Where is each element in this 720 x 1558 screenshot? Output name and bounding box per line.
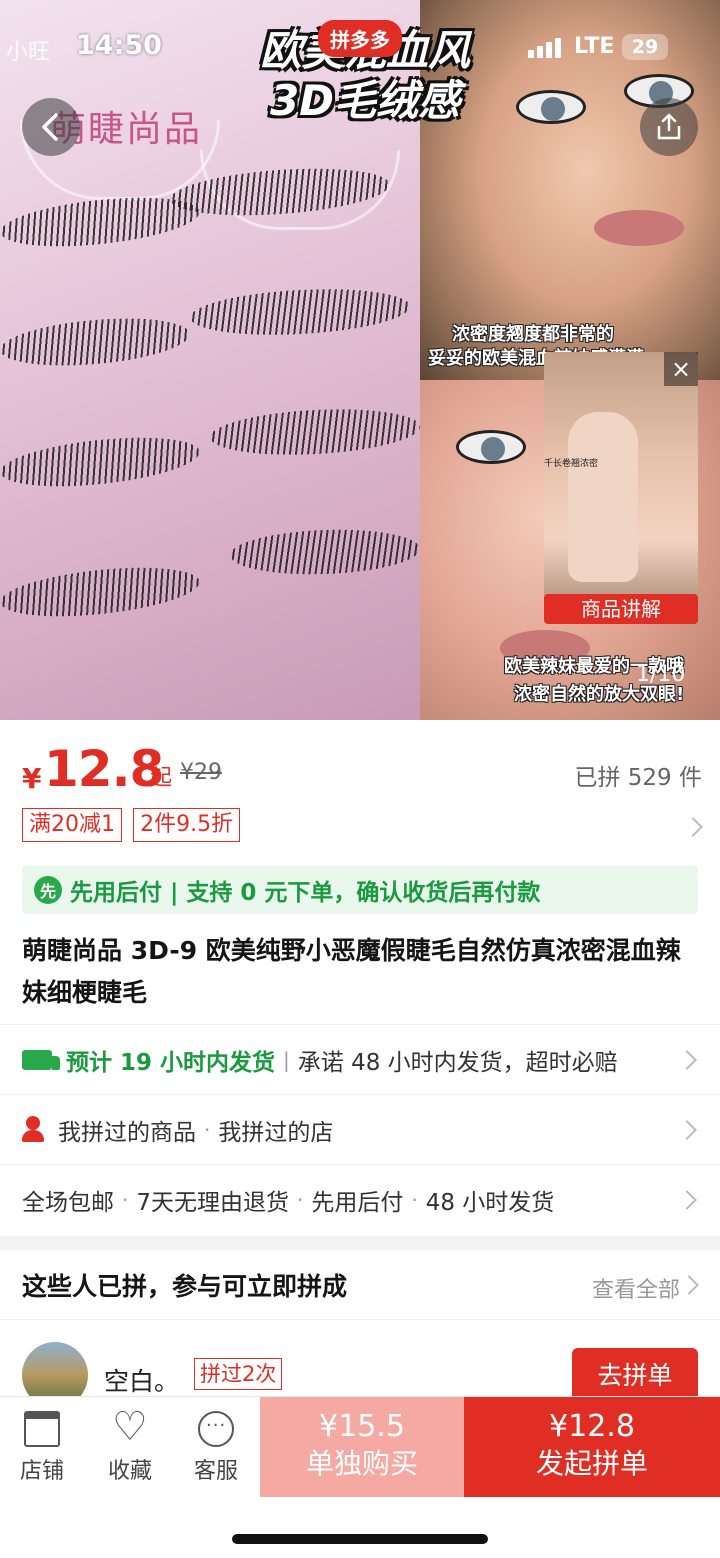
divider: · bbox=[297, 1187, 304, 1212]
bottom-action-bar: 店铺 收藏 客服 ¥15.5 单独购买 ¥12.8 发起拼单 bbox=[0, 1396, 720, 1497]
group-price: 12.8 bbox=[44, 740, 164, 798]
buy-alone-button[interactable]: ¥15.5 单独购买 bbox=[260, 1397, 464, 1497]
section-divider bbox=[0, 1236, 720, 1250]
price-currency: ¥ bbox=[22, 762, 42, 795]
shipping-row[interactable]: 预计 19 小时内发货 | 承诺 48 小时内发货，超时必赔 bbox=[0, 1024, 720, 1094]
video-frame bbox=[568, 412, 638, 582]
heart-icon bbox=[112, 1403, 148, 1451]
product-explain-video[interactable]: 千长卷翘浓密 bbox=[544, 352, 698, 622]
network-type: LTE bbox=[574, 34, 615, 59]
image-counter: 1/10 bbox=[636, 662, 686, 687]
chevron-left-icon bbox=[42, 113, 58, 141]
group-buy-price: ¥12.8 bbox=[549, 1409, 635, 1444]
tab-label: 收藏 bbox=[107, 1459, 152, 1484]
promo-tag: 2件9.5折 bbox=[133, 808, 241, 842]
service-item: 48 小时发货 bbox=[425, 1189, 555, 1216]
section-title: 这些人已拼，参与可立即拼成 bbox=[22, 1271, 348, 1301]
promotions-row[interactable]: 满20减1 2件9.5折 bbox=[22, 808, 703, 846]
buy-alone-label: 单独购买 bbox=[305, 1447, 418, 1480]
chevron-right-icon bbox=[677, 1120, 697, 1140]
store-tab[interactable]: 店铺 bbox=[2, 1411, 82, 1485]
user-icon bbox=[22, 1115, 50, 1144]
video-label[interactable]: 商品讲解 bbox=[544, 594, 698, 624]
divider: · bbox=[122, 1187, 129, 1212]
product-title: 萌睫尚品 3D-9 欧美纯野小恶魔假睫毛自然仿真浓密混血辣妹细梗睫毛 bbox=[22, 936, 681, 1007]
chat-icon bbox=[198, 1411, 234, 1447]
service-item: 全场包邮 bbox=[22, 1189, 114, 1216]
status-bar: 小旺 14:50 LTE 29 bbox=[0, 28, 720, 72]
shipping-eta: 预计 19 小时内发货 bbox=[66, 1049, 276, 1076]
sold-count: 已拼 529 件 bbox=[574, 765, 702, 791]
product-image-gallery[interactable]: 萌睫尚品 浓密度翘度都非常的 妥妥的欧美混血辣妹感满满 欧美辣妹最爱的一款哦 浓… bbox=[0, 0, 720, 720]
pay-later-banner[interactable]: 先 先用后付 | 支持 0 元下单，确认收货后再付款 bbox=[22, 866, 698, 914]
original-price: ¥29 bbox=[180, 760, 222, 785]
view-all-link[interactable]: 查看全部 bbox=[592, 1272, 680, 1304]
shipping-promise: 承诺 48 小时内发货，超时必赔 bbox=[297, 1049, 618, 1076]
chevron-right-icon bbox=[679, 1275, 699, 1295]
price-row: ¥ 12.8 起 ¥29 已拼 529 件 bbox=[22, 740, 702, 800]
price-suffix: 起 bbox=[150, 766, 173, 791]
status-time: 14:50 bbox=[76, 30, 162, 61]
divider: · bbox=[204, 1117, 211, 1142]
back-button[interactable] bbox=[22, 98, 80, 156]
tab-label: 店铺 bbox=[19, 1459, 64, 1484]
history-item: 我拼过的商品 bbox=[58, 1119, 196, 1146]
group-buy-label: 发起拼单 bbox=[535, 1447, 648, 1480]
divider: · bbox=[411, 1187, 418, 1212]
truck-icon bbox=[22, 1049, 60, 1070]
caption-line: 3D毛绒感 bbox=[269, 76, 461, 125]
share-icon bbox=[657, 113, 681, 140]
store-icon bbox=[24, 1411, 60, 1447]
home-indicator[interactable] bbox=[232, 1534, 488, 1544]
video-text: 千长卷翘浓密 bbox=[544, 459, 599, 469]
start-group-button[interactable]: ¥12.8 发起拼单 bbox=[464, 1397, 720, 1497]
pay-later-text: 先用后付 | 支持 0 元下单，确认收货后再付款 bbox=[70, 880, 541, 906]
promo-tag: 满20减1 bbox=[22, 808, 122, 842]
tab-label: 客服 bbox=[193, 1459, 238, 1484]
signal-icon bbox=[528, 36, 564, 58]
share-button[interactable] bbox=[640, 98, 698, 156]
battery-icon: 29 bbox=[622, 34, 668, 60]
history-item: 我拼过的店 bbox=[218, 1119, 334, 1146]
joiner-tag: 拼过2次 bbox=[194, 1358, 283, 1390]
favorite-tab[interactable]: 收藏 bbox=[90, 1403, 170, 1485]
group-history-row[interactable]: 我拼过的商品 · 我拼过的店 bbox=[0, 1094, 720, 1164]
close-icon[interactable]: × bbox=[664, 352, 698, 386]
service-item: 先用后付 bbox=[311, 1189, 404, 1216]
chevron-right-icon bbox=[677, 1050, 697, 1070]
divider: | bbox=[283, 1047, 290, 1072]
pay-later-icon: 先 bbox=[34, 876, 62, 904]
join-group-header[interactable]: 这些人已拼，参与可立即拼成 查看全部 bbox=[0, 1250, 720, 1320]
status-app-name: 小旺 bbox=[6, 40, 51, 65]
joiner-name: 空白。 bbox=[104, 1367, 180, 1396]
buy-alone-price: ¥15.5 bbox=[319, 1409, 405, 1444]
customer-service-tab[interactable]: 客服 bbox=[176, 1411, 256, 1485]
service-item: 7天无理由退货 bbox=[136, 1189, 289, 1216]
hero-overlay-text: 浓密度翘度都非常的 bbox=[452, 324, 614, 345]
chevron-right-icon bbox=[683, 817, 703, 837]
chevron-right-icon bbox=[677, 1190, 697, 1210]
service-guarantee-row[interactable]: 全场包邮 · 7天无理由退货 · 先用后付 · 48 小时发货 bbox=[0, 1164, 720, 1234]
